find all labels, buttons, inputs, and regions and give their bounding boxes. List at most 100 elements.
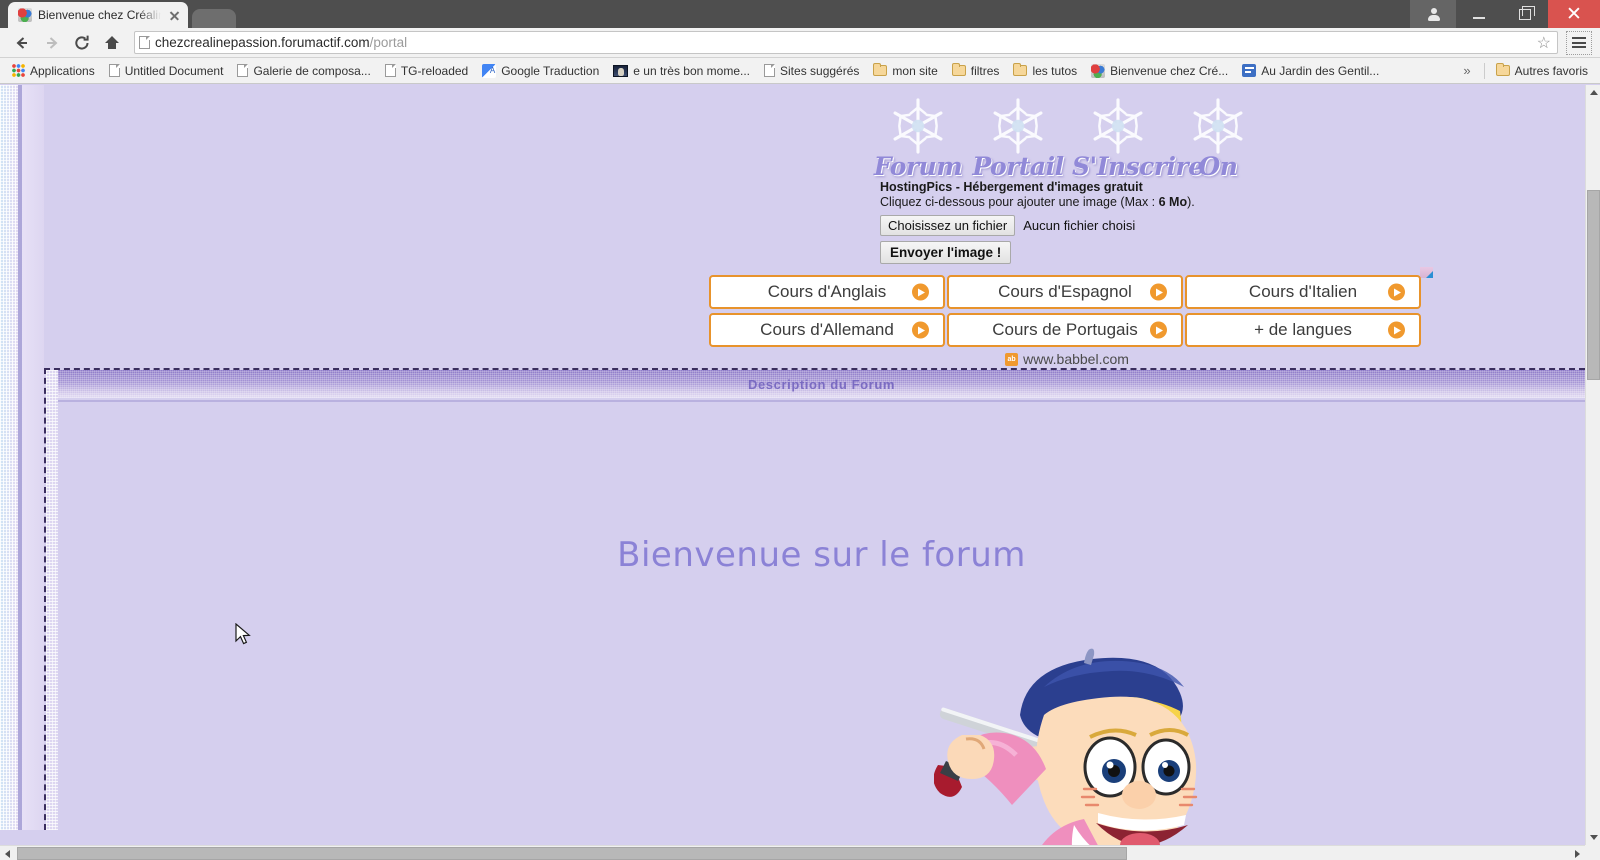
play-arrow-icon: [1150, 283, 1167, 301]
ad-url-row[interactable]: ab www.babbel.com: [709, 351, 1425, 367]
page-info-icon[interactable]: [139, 36, 150, 49]
bookmark-label: Applications: [30, 63, 95, 78]
maximize-button[interactable]: [1502, 0, 1548, 28]
creline-favicon-icon: [18, 8, 32, 22]
nav-link-label: Portail: [972, 152, 1064, 181]
maximize-icon: [1519, 5, 1535, 20]
user-icon: [1427, 7, 1440, 21]
home-icon: [105, 35, 119, 49]
bookmark-label: Bienvenue chez Cré...: [1110, 63, 1229, 78]
browser-tab-active[interactable]: Bienvenue chez Créaline C: [8, 2, 188, 28]
horizontal-scrollbar[interactable]: [0, 845, 1585, 860]
ad-button-plus-langues[interactable]: + de langues: [1185, 313, 1421, 347]
bookmark-les-tutos[interactable]: les tutos: [1007, 62, 1083, 80]
url-path: /portal: [369, 35, 408, 50]
nav-link-label: On: [1198, 152, 1238, 181]
ad-button-anglais[interactable]: Cours d'Anglais: [709, 275, 945, 309]
bookmark-tg-reloaded[interactable]: TG-reloaded: [379, 62, 474, 80]
forum-description-banner: Description du Forum: [58, 370, 1585, 398]
nav-link-forum[interactable]: Forum: [872, 95, 964, 181]
forward-button[interactable]: [38, 30, 66, 56]
profile-button[interactable]: [1410, 0, 1456, 28]
choose-file-button[interactable]: Choisissez un fichier: [880, 215, 1016, 236]
nav-link-label: Forum: [873, 152, 963, 181]
folder-icon: [951, 63, 966, 76]
bookmark-label: les tutos: [1032, 63, 1078, 78]
document-icon: [237, 64, 249, 77]
ad-button-label: Cours d'Allemand: [760, 320, 894, 339]
ad-button-label: Cours de Portugais: [992, 320, 1138, 339]
snowflake-icon: [1193, 98, 1243, 154]
decorative-left-gutter: [22, 85, 44, 830]
send-image-button[interactable]: Envoyer l'image !: [880, 241, 1012, 264]
file-input-row: Choisissez un fichier Aucun fichier choi…: [880, 215, 1195, 236]
nav-link-portail[interactable]: Portail: [972, 95, 1064, 181]
address-bar[interactable]: chezcrealinepassion.forumactif.com/porta…: [134, 31, 1558, 54]
bookmark-untitled-document[interactable]: Untitled Document: [103, 62, 230, 80]
ad-button-espagnol[interactable]: Cours d'Espagnol: [947, 275, 1183, 309]
triangle-left-icon: [5, 849, 10, 858]
tab-strip: Bienvenue chez Créaline C: [0, 0, 236, 28]
babbel-advertisement: Cours d'Anglais Cours d'Espagnol Cours d…: [709, 267, 1433, 367]
ad-button-portugais[interactable]: Cours de Portugais: [947, 313, 1183, 347]
bookmark-bon-moment[interactable]: e un très bon mome...: [607, 62, 756, 80]
hamburger-line: [1572, 41, 1586, 44]
vertical-scroll-thumb[interactable]: [1587, 190, 1600, 380]
chrome-menu-button[interactable]: [1566, 30, 1592, 55]
bookmark-google-traduction[interactable]: Google Traduction: [476, 62, 605, 80]
nav-link-sinscrire[interactable]: S'Inscrire: [1072, 95, 1204, 181]
scrollbar-corner: [1585, 845, 1600, 860]
play-arrow-icon: [1150, 321, 1167, 339]
bookmark-filtres[interactable]: filtres: [946, 62, 1006, 80]
horizontal-scroll-thumb[interactable]: [17, 847, 1127, 860]
close-icon[interactable]: [167, 8, 182, 23]
divider: [1483, 62, 1485, 79]
bookmark-applications[interactable]: Applications: [6, 62, 101, 80]
bookmark-label: Google Traduction: [501, 63, 600, 78]
bookmarks-overflow-button[interactable]: »: [1455, 61, 1478, 80]
play-arrow-icon: [912, 321, 929, 339]
ad-button-allemand[interactable]: Cours d'Allemand: [709, 313, 945, 347]
vertical-scrollbar[interactable]: [1585, 85, 1600, 845]
new-tab-button[interactable]: [192, 9, 236, 28]
home-button[interactable]: [98, 30, 126, 56]
bookmarks-bar: Applications Untitled Document Galerie d…: [0, 58, 1600, 84]
window-close-button[interactable]: ✕: [1548, 0, 1600, 28]
scroll-up-button[interactable]: [1586, 85, 1600, 100]
bookmark-label: Sites suggérés: [780, 63, 860, 78]
bookmark-mon-site[interactable]: mon site: [867, 62, 943, 80]
url-text: chezcrealinepassion.forumactif.com/porta…: [155, 35, 407, 50]
bookmark-galerie[interactable]: Galerie de composa...: [231, 62, 376, 80]
nav-link-label: S'Inscrire: [1072, 152, 1204, 181]
bookmark-bienvenue-crealine[interactable]: Bienvenue chez Cré...: [1085, 62, 1234, 80]
decorative-left-border: [0, 85, 18, 830]
hostingpics-instruction: Cliquez ci-dessous pour ajouter une imag…: [880, 195, 1195, 209]
ad-button-italien[interactable]: Cours d'Italien: [1185, 275, 1421, 309]
bookmark-other-favorites[interactable]: Autres favoris: [1490, 62, 1594, 80]
bookmark-star-icon[interactable]: ☆: [1537, 33, 1553, 53]
close-icon: ✕: [1566, 3, 1582, 25]
nav-link-connexion[interactable]: On: [1172, 95, 1264, 181]
back-button[interactable]: [8, 30, 36, 56]
play-arrow-icon: [912, 283, 929, 301]
bookmark-au-jardin[interactable]: Au Jardin des Gentil...: [1236, 62, 1385, 80]
adchoices-icon[interactable]: [1420, 267, 1433, 278]
bookmark-label: Galerie de composa...: [253, 63, 371, 78]
scroll-left-button[interactable]: [0, 846, 15, 860]
ad-url-text: www.babbel.com: [1023, 351, 1129, 367]
bookmark-sites-suggeres[interactable]: Sites suggérés: [758, 62, 865, 80]
document-icon: [384, 64, 396, 77]
bookmark-label: Au Jardin des Gentil...: [1261, 63, 1380, 78]
scroll-down-button[interactable]: [1586, 830, 1600, 845]
google-translate-icon: [482, 63, 497, 78]
reload-button[interactable]: [68, 30, 96, 56]
bookmark-label: e un très bon mome...: [633, 63, 751, 78]
cartoon-boy-painter-image: [934, 648, 1226, 860]
page-viewport: Forum Portail S'Inscrire On HostingPics …: [0, 85, 1600, 860]
tab-title: Bienvenue chez Créaline C: [38, 8, 161, 22]
triangle-down-icon: [1589, 835, 1598, 840]
forum-container: Description du Forum Bienvenue sur le fo…: [44, 368, 1585, 860]
bookmark-label: Untitled Document: [124, 63, 224, 78]
scroll-right-button[interactable]: [1570, 846, 1585, 860]
minimize-button[interactable]: [1456, 0, 1502, 28]
